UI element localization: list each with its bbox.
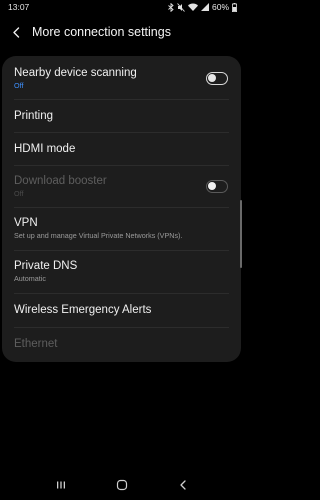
- printing-text: Printing: [14, 109, 53, 123]
- nearby-device-scanning-item[interactable]: Nearby device scanning Off: [2, 59, 241, 97]
- download-booster-item: Download booster Off: [2, 166, 241, 206]
- app-header: More connection settings: [0, 18, 243, 46]
- download-booster-toggle: [206, 179, 228, 193]
- wireless-emergency-alerts-item[interactable]: Wireless Emergency Alerts: [2, 294, 241, 326]
- download-booster-label: Download booster: [14, 174, 107, 187]
- wireless-emergency-alerts-text: Wireless Emergency Alerts: [14, 303, 151, 317]
- nearby-device-scanning-toggle[interactable]: [206, 71, 228, 85]
- back-icon: [179, 480, 186, 490]
- private-dns-label: Private DNS: [14, 259, 78, 272]
- printing-label: Printing: [14, 110, 53, 122]
- nav-back-button[interactable]: [168, 473, 198, 497]
- battery-icon: [232, 2, 237, 12]
- back-button[interactable]: [0, 18, 32, 46]
- navigation-bar: [0, 470, 243, 500]
- hdmi-mode-item[interactable]: HDMI mode: [2, 133, 241, 165]
- hdmi-mode-label: HDMI mode: [14, 143, 76, 155]
- scrollbar[interactable]: [240, 200, 242, 268]
- nearby-device-scanning-text: Nearby device scanning Off: [14, 66, 137, 91]
- screen: 13:07 60% More connection settings Nearb…: [0, 0, 243, 500]
- toggle-knob: [208, 73, 217, 82]
- vpn-item[interactable]: VPN Set up and manage Virtual Private Ne…: [2, 208, 241, 248]
- toggle-knob: [208, 181, 217, 190]
- ethernet-label: Ethernet: [14, 338, 58, 350]
- download-booster-status: Off: [14, 188, 24, 198]
- settings-list: Nearby device scanning Off Printing HDMI…: [2, 56, 241, 362]
- download-booster-text: Download booster Off: [14, 174, 107, 199]
- back-arrow-icon: [12, 26, 19, 38]
- wifi-icon: [187, 3, 198, 11]
- status-bar: 13:07 60%: [0, 0, 243, 14]
- vpn-label: VPN: [14, 216, 38, 229]
- signal-icon: [200, 3, 209, 11]
- battery-percent: 60%: [211, 2, 229, 12]
- private-dns-status: Automatic: [14, 273, 46, 283]
- vpn-text: VPN Set up and manage Virtual Private Ne…: [14, 216, 182, 241]
- mute-icon: [177, 2, 185, 12]
- home-icon: [116, 479, 127, 491]
- vpn-description: Set up and manage Virtual Private Networ…: [14, 230, 183, 240]
- ethernet-item: Ethernet: [2, 328, 241, 360]
- bluetooth-icon: [168, 2, 174, 12]
- page-title: More connection settings: [32, 25, 171, 39]
- status-time: 13:07: [8, 2, 30, 12]
- nearby-device-scanning-label: Nearby device scanning: [14, 66, 137, 79]
- recents-button[interactable]: [46, 473, 76, 497]
- ethernet-text: Ethernet: [14, 337, 57, 351]
- home-button[interactable]: [107, 473, 137, 497]
- private-dns-item[interactable]: Private DNS Automatic: [2, 251, 241, 291]
- nearby-device-scanning-status: Off: [14, 80, 24, 90]
- private-dns-text: Private DNS Automatic: [14, 259, 77, 284]
- printing-item[interactable]: Printing: [2, 100, 241, 132]
- recents-icon: [56, 481, 65, 489]
- hdmi-mode-text: HDMI mode: [14, 142, 75, 156]
- wireless-emergency-alerts-label: Wireless Emergency Alerts: [14, 304, 152, 316]
- status-icons: 60%: [168, 2, 237, 12]
